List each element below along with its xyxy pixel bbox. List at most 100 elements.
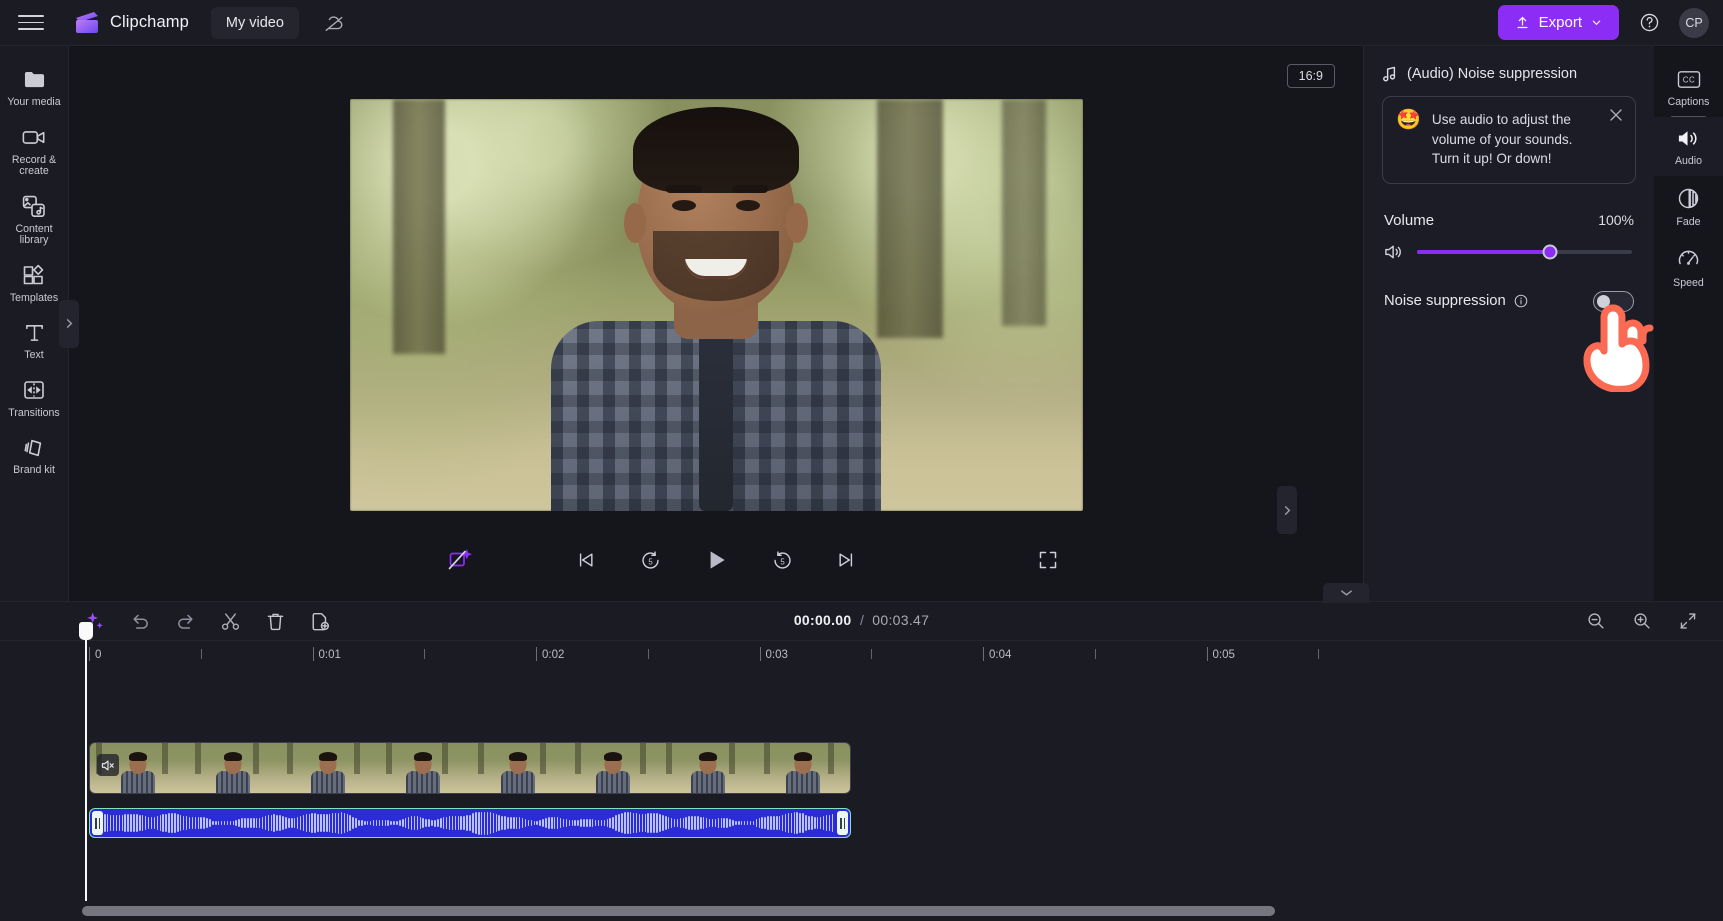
waveform-bar [627, 812, 629, 834]
noise-suppression-toggle[interactable] [1593, 290, 1634, 312]
waveform-bar [291, 818, 293, 828]
waveform-bar [288, 817, 290, 829]
waveform-bar [565, 819, 568, 827]
waveform-bar [331, 813, 334, 833]
waveform-bar [106, 814, 109, 832]
sidebar-item-your-media[interactable]: Your media [0, 58, 69, 116]
tab-label: Fade [1676, 216, 1701, 228]
waveform-bar [743, 821, 746, 825]
tab-captions[interactable]: CC Captions [1654, 58, 1723, 118]
waveform-bar [615, 815, 617, 831]
waveform-bar [296, 817, 299, 829]
waveform-bar [343, 812, 346, 834]
waveform-bar [276, 814, 278, 832]
close-icon[interactable] [1609, 108, 1623, 127]
brand-logo-area[interactable]: Clipchamp [74, 11, 189, 35]
noise-suppression-row: Noise suppression [1364, 261, 1654, 312]
volume-slider-knob[interactable] [1542, 244, 1558, 259]
right-panel-collapse-button[interactable] [1277, 486, 1297, 534]
waveform-bar [644, 813, 647, 833]
timeline-tracks [0, 673, 1723, 921]
waveform-bar [510, 816, 512, 830]
waveform-bar [527, 819, 530, 827]
tab-fade[interactable]: Fade [1654, 176, 1723, 237]
skip-previous-icon[interactable] [571, 545, 601, 575]
cloud-off-icon[interactable] [321, 10, 347, 36]
video-clip[interactable] [89, 742, 851, 794]
waveform-bar [708, 818, 711, 828]
play-button[interactable] [699, 543, 733, 577]
waveform-bar [358, 819, 360, 827]
waveform-bar [159, 815, 162, 831]
export-button[interactable]: Export [1497, 5, 1619, 40]
help-circle-icon[interactable] [1635, 9, 1663, 37]
speaker-muted-icon[interactable] [97, 754, 119, 776]
waveform-bar [676, 818, 679, 828]
scissors-icon[interactable] [217, 608, 243, 634]
waveform-bar [641, 813, 644, 833]
waveform-bar [302, 815, 305, 831]
waveform-bar [667, 817, 670, 829]
skip-next-icon[interactable] [831, 545, 861, 575]
waveform-bar [764, 816, 766, 830]
waveform-bar [556, 817, 559, 829]
volume-slider[interactable] [1417, 244, 1632, 259]
playhead[interactable] [79, 622, 93, 901]
info-circle-icon[interactable] [1514, 294, 1528, 308]
waveform-bar [194, 816, 197, 830]
audio-clip-trim-handle-right[interactable] [837, 811, 848, 835]
time-separator: / [859, 612, 864, 628]
playhead-handle[interactable] [79, 622, 93, 640]
undo-icon[interactable] [127, 608, 153, 634]
hamburger-menu-icon[interactable] [18, 12, 44, 34]
waveform-bar [410, 816, 413, 830]
waveform-bar [799, 812, 801, 834]
waveform-bar [726, 818, 728, 828]
sidebar-item-record-create[interactable]: Record & create [0, 116, 69, 185]
forward-5-icon[interactable]: 5 [767, 545, 797, 575]
waveform-bar [735, 821, 737, 825]
left-panel-collapse-button[interactable] [59, 299, 79, 348]
avatar[interactable]: CP [1679, 7, 1709, 38]
waveform-bar [814, 816, 816, 830]
video-preview[interactable] [349, 99, 1083, 511]
ruler-label: 0:05 [1212, 649, 1235, 661]
timeline-zoom-controls [1583, 608, 1701, 634]
waveform-bar [209, 819, 211, 827]
fullscreen-icon[interactable] [1033, 545, 1063, 575]
trash-icon[interactable] [262, 608, 288, 634]
waveform-bar [340, 812, 343, 834]
timeline-ruler[interactable]: 0 0:01 0:02 0:03 0:04 0:05 [0, 641, 1723, 673]
waveform-bar [682, 817, 685, 829]
sidebar-item-content-library[interactable]: Content library [0, 185, 69, 254]
toggle-knob [1597, 294, 1610, 308]
waveform-bar [223, 821, 226, 825]
speaker-icon[interactable] [1384, 243, 1403, 261]
tab-speed[interactable]: Speed [1654, 237, 1723, 298]
redo-icon[interactable] [172, 608, 198, 634]
audio-clip-trim-handle-left[interactable] [92, 811, 103, 835]
magic-fix-icon[interactable] [445, 545, 475, 575]
waveform-bar [691, 815, 693, 831]
tab-audio[interactable]: Audio [1654, 117, 1723, 176]
timeline-horizontal-scrollbar[interactable] [82, 906, 1275, 916]
duplicate-icon[interactable] [307, 608, 333, 634]
audio-clip[interactable] [89, 808, 851, 838]
aspect-ratio-button[interactable]: 16:9 [1286, 64, 1335, 88]
timeline-collapse-button[interactable] [1323, 583, 1369, 603]
waveform-bar [150, 817, 153, 829]
magnifier-plus-icon[interactable] [1629, 608, 1655, 634]
topbar-right-actions: Export CP [1497, 5, 1709, 40]
magnifier-minus-icon[interactable] [1583, 608, 1609, 634]
rewind-5-icon[interactable]: 5 [635, 545, 665, 575]
transitions-icon [23, 378, 45, 403]
waveform-bar [702, 817, 705, 829]
sidebar-item-transitions[interactable]: Transitions [0, 369, 69, 427]
sidebar-label: Templates [9, 291, 59, 304]
sidebar-item-brand-kit[interactable]: Brand kit [0, 426, 69, 484]
waveform-bar [720, 818, 723, 828]
project-name-field[interactable]: My video [210, 6, 299, 39]
waveform-bar [144, 816, 147, 830]
waveform-bar [466, 815, 468, 831]
fit-screen-icon[interactable] [1675, 608, 1701, 634]
